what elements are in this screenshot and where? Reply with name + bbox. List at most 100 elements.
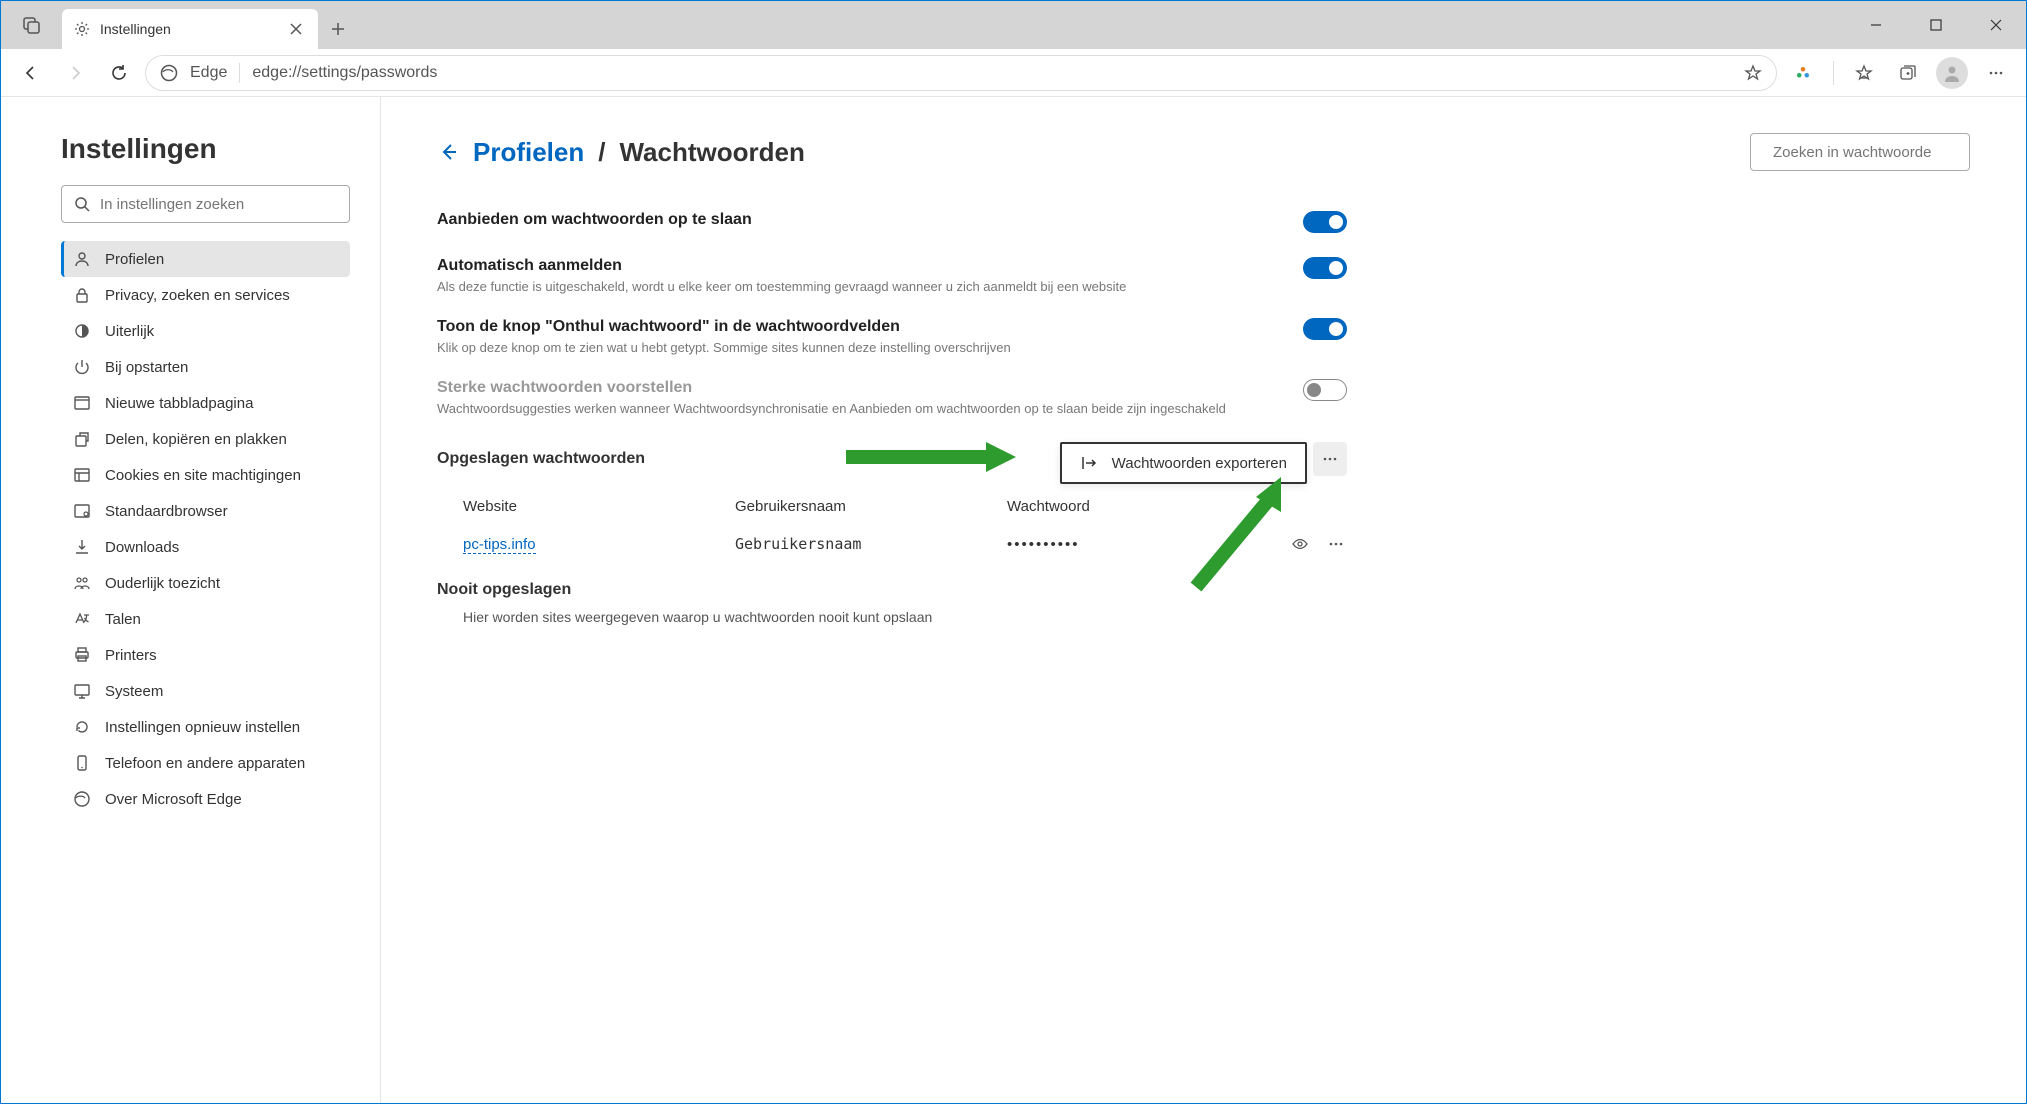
sidebar-item-power[interactable]: Bij opstarten bbox=[61, 349, 350, 385]
setting-title: Toon de knop "Onthul wachtwoord" in de w… bbox=[437, 318, 1283, 336]
breadcrumb-back-icon[interactable] bbox=[437, 141, 459, 163]
settings-list: Aanbieden om wachtwoorden op te slaan Aut… bbox=[437, 199, 1347, 428]
sidebar-item-cookies[interactable]: Cookies en site machtigingen bbox=[61, 457, 350, 493]
sidebar-item-label: Delen, kopiëren en plakken bbox=[105, 431, 287, 448]
sidebar-item-newtab[interactable]: Nieuwe tabbladpagina bbox=[61, 385, 350, 421]
maximize-button[interactable] bbox=[1906, 1, 1966, 49]
sidebar-item-label: Downloads bbox=[105, 539, 179, 556]
sidebar-item-family[interactable]: Ouderlijk toezicht bbox=[61, 565, 350, 601]
printer-icon bbox=[73, 646, 91, 664]
reset-icon bbox=[73, 718, 91, 736]
reveal-password-icon[interactable] bbox=[1289, 533, 1311, 555]
export-icon bbox=[1080, 454, 1098, 472]
export-passwords-popup[interactable]: Wachtwoorden exporteren bbox=[1060, 442, 1307, 484]
sidebar-item-appearance[interactable]: Uiterlijk bbox=[61, 313, 350, 349]
sidebar-item-edge[interactable]: Over Microsoft Edge bbox=[61, 781, 350, 817]
page-search[interactable] bbox=[1750, 133, 1970, 171]
refresh-button[interactable] bbox=[101, 55, 137, 91]
sidebar-item-label: Privacy, zoeken en services bbox=[105, 287, 290, 304]
setting-desc: Klik op deze knop om te zien wat u hebt … bbox=[437, 340, 1283, 355]
sidebar-item-download[interactable]: Downloads bbox=[61, 529, 350, 565]
menu-button[interactable] bbox=[1978, 55, 2014, 91]
extension-icon[interactable] bbox=[1785, 55, 1821, 91]
sidebar-item-share[interactable]: Delen, kopiëren en plakken bbox=[61, 421, 350, 457]
sidebar-item-label: Bij opstarten bbox=[105, 359, 188, 376]
omnibox-label: Edge bbox=[190, 64, 227, 82]
sidebar-item-system[interactable]: Systeem bbox=[61, 673, 350, 709]
more-actions-button[interactable] bbox=[1313, 442, 1347, 476]
addressbar: Edge edge://settings/passwords bbox=[1, 49, 2026, 97]
toggle-1[interactable] bbox=[1303, 257, 1347, 279]
page-search-input[interactable] bbox=[1773, 144, 1972, 161]
new-tab-button[interactable] bbox=[318, 9, 358, 49]
minimize-button[interactable] bbox=[1846, 1, 1906, 49]
sidebar-search-input[interactable] bbox=[100, 196, 337, 213]
profile-avatar[interactable] bbox=[1934, 55, 1970, 91]
close-tab-icon[interactable] bbox=[286, 19, 306, 39]
setting-row-1: Automatisch aanmelden Als deze functie is… bbox=[437, 245, 1347, 306]
sidebar-item-reset[interactable]: Instellingen opnieuw instellen bbox=[61, 709, 350, 745]
omnibox-url: edge://settings/passwords bbox=[252, 64, 1732, 82]
breadcrumb-parent[interactable]: Profielen bbox=[473, 137, 584, 168]
col-password: Wachtwoord bbox=[1007, 498, 1347, 515]
sidebar-item-label: Over Microsoft Edge bbox=[105, 791, 242, 808]
lock-icon bbox=[73, 286, 91, 304]
edge-logo-icon bbox=[160, 64, 178, 82]
never-saved-title: Nooit opgeslagen bbox=[437, 581, 1347, 599]
browser-tab[interactable]: Instellingen bbox=[62, 9, 318, 49]
sidebar-item-browser[interactable]: Standaardbrowser bbox=[61, 493, 350, 529]
saved-passwords-title: Opgeslagen wachtwoorden bbox=[437, 450, 645, 468]
setting-row-0: Aanbieden om wachtwoorden op te slaan bbox=[437, 199, 1347, 245]
forward-button[interactable] bbox=[57, 55, 93, 91]
share-icon bbox=[73, 430, 91, 448]
never-saved-section: Nooit opgeslagen Hier worden sites weerg… bbox=[437, 581, 1347, 625]
password-masked: •••••••••• bbox=[1007, 536, 1080, 553]
sidebar-item-label: Cookies en site machtigingen bbox=[105, 467, 301, 484]
breadcrumb-current: Wachtwoorden bbox=[619, 137, 804, 168]
sidebar-item-printer[interactable]: Printers bbox=[61, 637, 350, 673]
setting-title: Automatisch aanmelden bbox=[437, 257, 1283, 275]
password-table: Website Gebruikersnaam Wachtwoord pc-tip… bbox=[437, 488, 1347, 563]
sidebar-item-lock[interactable]: Privacy, zoeken en services bbox=[61, 277, 350, 313]
toggle-0[interactable] bbox=[1303, 211, 1347, 233]
favorite-icon[interactable] bbox=[1744, 64, 1762, 82]
omnibox[interactable]: Edge edge://settings/passwords bbox=[145, 55, 1777, 91]
password-more-icon[interactable] bbox=[1325, 533, 1347, 555]
language-icon bbox=[73, 610, 91, 628]
search-icon bbox=[74, 196, 90, 212]
tab-title: Instellingen bbox=[100, 21, 276, 37]
favorites-icon[interactable] bbox=[1846, 55, 1882, 91]
setting-title: Aanbieden om wachtwoorden op te slaan bbox=[437, 211, 1283, 229]
toggle-2[interactable] bbox=[1303, 318, 1347, 340]
toggle-3 bbox=[1303, 379, 1347, 401]
profile-icon bbox=[73, 250, 91, 268]
sidebar-item-phone[interactable]: Telefoon en andere apparaten bbox=[61, 745, 350, 781]
sidebar-search[interactable] bbox=[61, 185, 350, 223]
col-website: Website bbox=[463, 498, 735, 515]
export-label: Wachtwoorden exporteren bbox=[1112, 455, 1287, 472]
setting-desc: Als deze functie is uitgeschakeld, wordt… bbox=[437, 279, 1283, 294]
gear-icon bbox=[74, 21, 90, 37]
breadcrumb-sep: / bbox=[598, 137, 605, 168]
sidebar-item-language[interactable]: Talen bbox=[61, 601, 350, 637]
cookies-icon bbox=[73, 466, 91, 484]
sidebar-item-label: Nieuwe tabbladpagina bbox=[105, 395, 253, 412]
close-window-button[interactable] bbox=[1966, 1, 2026, 49]
collections-icon[interactable] bbox=[1890, 55, 1926, 91]
family-icon bbox=[73, 574, 91, 592]
sidebar-item-label: Telefoon en andere apparaten bbox=[105, 755, 305, 772]
sidebar-item-label: Uiterlijk bbox=[105, 323, 154, 340]
password-row: pc-tips.infoGebruikersnaam•••••••••• bbox=[463, 525, 1347, 563]
sidebar-item-label: Standaardbrowser bbox=[105, 503, 228, 520]
sidebar-item-profile[interactable]: Profielen bbox=[61, 241, 350, 277]
setting-row-2: Toon de knop "Onthul wachtwoord" in de w… bbox=[437, 306, 1347, 367]
breadcrumb: Profielen / Wachtwoorden bbox=[437, 137, 805, 168]
newtab-icon bbox=[73, 394, 91, 412]
back-button[interactable] bbox=[13, 55, 49, 91]
tab-actions-icon[interactable] bbox=[1, 1, 62, 49]
password-site-link[interactable]: pc-tips.info bbox=[463, 536, 536, 554]
main: Profielen / Wachtwoorden Aanbieden om wa… bbox=[381, 97, 2026, 1103]
col-username: Gebruikersnaam bbox=[735, 498, 1007, 515]
settings-content: Instellingen ProfielenPrivacy, zoeken en… bbox=[1, 97, 2026, 1103]
setting-row-3: Sterke wachtwoorden voorstellenWachtwoor… bbox=[437, 367, 1347, 428]
